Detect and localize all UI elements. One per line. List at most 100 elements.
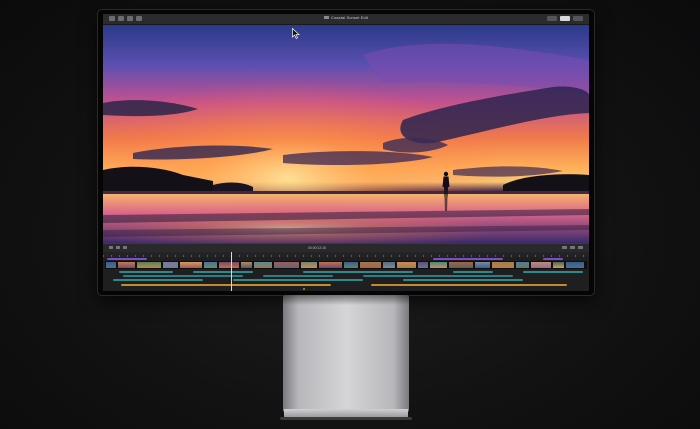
ruler-tick (479, 255, 480, 257)
title-clip[interactable] (433, 258, 503, 261)
storyline-clip[interactable] (396, 261, 417, 269)
storyline-clip[interactable] (530, 261, 552, 269)
timecode-display: 00:00:12:15 (308, 245, 326, 250)
timeline-ruler[interactable] (103, 252, 589, 257)
storyline-clip[interactable] (253, 261, 273, 269)
ruler-tick (175, 255, 176, 257)
ruler-tick (191, 255, 192, 257)
storyline-clip[interactable] (218, 261, 240, 269)
storyline-clip[interactable] (300, 261, 318, 269)
arrow-tool-icon[interactable] (109, 246, 113, 249)
ruler-tick (183, 255, 184, 257)
video-viewer[interactable] (103, 25, 589, 243)
blade-tool-icon[interactable] (116, 246, 120, 249)
ruler-tick (319, 255, 320, 257)
storyline-clip[interactable] (585, 261, 587, 269)
ruler-tick (223, 255, 224, 257)
storyline-clip[interactable] (179, 261, 203, 269)
workspace-segment-1[interactable] (547, 16, 557, 21)
ruler-tick (519, 255, 520, 257)
title-clip[interactable] (107, 258, 147, 261)
ruler-tick (375, 255, 376, 257)
workspace-segment-2[interactable] (560, 16, 570, 21)
connected-clip[interactable] (119, 271, 173, 274)
ruler-tick (439, 255, 440, 257)
storyline-clip[interactable] (240, 261, 253, 269)
storyline-clip[interactable] (515, 261, 530, 269)
storyline-clip[interactable] (359, 261, 382, 269)
ruler-tick (151, 255, 152, 257)
storyline-clip[interactable] (417, 261, 429, 269)
storyline-clip[interactable] (162, 261, 179, 269)
storyline-clip[interactable] (429, 261, 448, 269)
storyline-clip[interactable] (136, 261, 162, 269)
audio-clip[interactable] (121, 284, 331, 287)
workspace-switcher (547, 16, 583, 21)
audio-clip[interactable] (371, 284, 567, 287)
title-clip[interactable] (543, 258, 563, 261)
storyline-clip[interactable] (448, 261, 474, 269)
audio-meter-icon[interactable] (562, 246, 567, 249)
ruler-tick (311, 255, 312, 257)
storyline-clip[interactable] (565, 261, 585, 269)
connected-clip[interactable] (113, 279, 203, 282)
storyline-clip[interactable] (203, 261, 218, 269)
storyline-clip[interactable] (105, 261, 117, 269)
connected-clip[interactable] (193, 271, 253, 274)
ruler-tick (143, 255, 144, 257)
sunset-frame-image (103, 25, 589, 243)
app-screen: Coastal Sunset Edit 00:00:12:15 (103, 14, 589, 291)
effects-browser-icon[interactable] (578, 246, 583, 249)
ruler-tick (327, 255, 328, 257)
ruler-tick (159, 255, 160, 257)
timeline[interactable] (103, 252, 589, 291)
timeline-tools-right (562, 246, 583, 249)
ruler-tick (255, 255, 256, 257)
stand-shadow (283, 295, 409, 305)
ruler-tick (415, 255, 416, 257)
storyline-clip[interactable] (117, 261, 136, 269)
storyline-clip[interactable] (382, 261, 396, 269)
ruler-tick (135, 255, 136, 257)
ruler-tick (207, 255, 208, 257)
connected-clip[interactable] (263, 275, 333, 278)
ruler-tick (543, 255, 544, 257)
title-bar: Coastal Sunset Edit (103, 14, 589, 25)
monitor-stand-neck (283, 295, 409, 412)
workspace-segment-3[interactable] (573, 16, 583, 21)
connected-clip[interactable] (363, 275, 513, 278)
ruler-tick (455, 255, 456, 257)
ruler-tick (431, 255, 432, 257)
connected-clip[interactable] (303, 271, 413, 274)
ruler-tick (559, 255, 560, 257)
ruler-tick (359, 255, 360, 257)
storyline-clip[interactable] (491, 261, 515, 269)
connected-clip[interactable] (403, 279, 523, 282)
ruler-tick (511, 255, 512, 257)
connected-clip[interactable] (123, 275, 243, 278)
ruler-tick (551, 255, 552, 257)
storyline-clip[interactable] (474, 261, 491, 269)
playhead[interactable] (231, 252, 232, 291)
storyline-clip[interactable] (318, 261, 343, 269)
ruler-tick (527, 255, 528, 257)
connected-clip[interactable] (523, 271, 583, 274)
audio-clip[interactable] (303, 287, 305, 290)
ruler-tick (343, 255, 344, 257)
ruler-tick (351, 255, 352, 257)
ruler-tick (447, 255, 448, 257)
storyline-clip[interactable] (343, 261, 359, 269)
ruler-tick (407, 255, 408, 257)
ruler-tick (167, 255, 168, 257)
ruler-tick (279, 255, 280, 257)
storyline-clip[interactable] (552, 261, 565, 269)
zoom-tool-icon[interactable] (123, 246, 127, 249)
connected-clip[interactable] (453, 271, 493, 274)
clip-appearance-icon[interactable] (570, 246, 575, 249)
connected-clip[interactable] (233, 279, 363, 282)
stand-foot (280, 417, 412, 420)
ruler-tick (287, 255, 288, 257)
ruler-tick (391, 255, 392, 257)
storyline-clip[interactable] (273, 261, 300, 269)
ruler-tick (271, 255, 272, 257)
